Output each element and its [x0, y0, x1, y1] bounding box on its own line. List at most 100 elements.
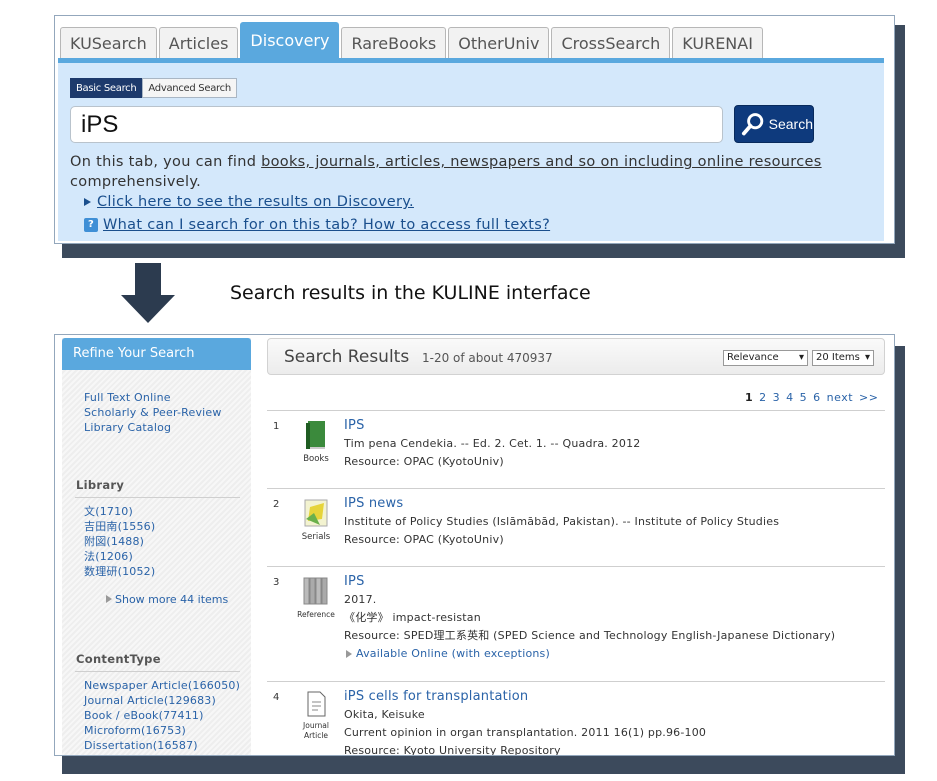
- tab-kurenai[interactable]: KURENAI: [672, 27, 763, 58]
- tab-description: On this tab, you can find books, journal…: [70, 152, 870, 192]
- discovery-link-row: Click here to see the results on Discove…: [84, 194, 414, 210]
- result-item: 1 Books IPS Tim pena Cendekia. -- Ed. 2.…: [267, 410, 885, 488]
- per-page-value: 20 Items: [816, 352, 860, 363]
- filter-library-catalog[interactable]: Library Catalog: [62, 420, 251, 435]
- result-resource: Resource: SPED理工系英和 (SPED Science and Te…: [344, 629, 836, 642]
- results-header: Search Results 1-20 of about 470937 Rele…: [267, 338, 885, 375]
- available-online-label: Available Online (with exceptions): [356, 647, 550, 660]
- result-body: IPS 2017. 《化学》 impact-resistan Resource:…: [344, 573, 835, 663]
- contenttype-facet-item[interactable]: Microform(16753): [62, 723, 251, 738]
- description-suffix: comprehensively.: [70, 174, 202, 190]
- available-online-link[interactable]: Available Online (with exceptions): [344, 645, 835, 663]
- page-link[interactable]: 4: [786, 391, 794, 404]
- page-link[interactable]: 2: [759, 391, 767, 404]
- tab-rarebooks[interactable]: RareBooks: [341, 27, 447, 58]
- result-type-label: Serials: [301, 532, 331, 542]
- result-item: 4 Journal Article iPS cells for transpla…: [267, 681, 885, 755]
- contenttype-facet-item[interactable]: Dissertation(16587): [62, 738, 251, 753]
- down-arrow-head-icon: [121, 295, 175, 323]
- result-detail: Okita, Keisuke: [344, 708, 425, 721]
- result-title-link[interactable]: IPS news: [344, 495, 779, 513]
- tab-articles[interactable]: Articles: [158, 27, 239, 58]
- result-body: IPS news Institute of Policy Studies (Is…: [344, 495, 779, 549]
- description-prefix: On this tab, you can find: [70, 154, 262, 170]
- library-facet-item[interactable]: 文(1710): [62, 504, 251, 519]
- result-detail: Current opinion in organ transplantation…: [344, 726, 707, 739]
- result-number: 3: [273, 577, 280, 588]
- reference-icon: Reference: [292, 575, 340, 619]
- tab-crosssearch[interactable]: CrossSearch: [551, 27, 671, 58]
- resource-types-link[interactable]: books, journals, articles, newspapers an…: [261, 154, 821, 170]
- search-button[interactable]: Search: [734, 105, 814, 143]
- page-current: 1: [745, 391, 754, 404]
- contenttype-facet-item[interactable]: Journal Article(129683): [62, 693, 251, 708]
- result-body: IPS Tim pena Cendekia. -- Ed. 2. Cet. 1.…: [344, 417, 640, 471]
- library-facet-item[interactable]: 法(1206): [62, 549, 251, 564]
- search-mode-tabs: Basic Search Advanced Search: [70, 78, 237, 98]
- tab-discovery[interactable]: Discovery: [240, 22, 340, 58]
- sort-select-value: Relevance: [727, 352, 779, 363]
- results-title: Search Results: [284, 347, 410, 367]
- filter-peer-review[interactable]: Scholarly & Peer-Review: [62, 405, 251, 420]
- show-more-label: Show more 44 items: [115, 593, 229, 606]
- book-icon: Books: [292, 419, 340, 464]
- refine-sidebar: Refine Your Search Full Text Online Scho…: [62, 338, 251, 755]
- kuline-results-panel: Refine Your Search Full Text Online Scho…: [54, 334, 895, 756]
- search-tabs: KUSearch Articles Discovery RareBooks Ot…: [60, 22, 763, 58]
- advanced-search-tab[interactable]: Advanced Search: [142, 78, 237, 98]
- search-button-label: Search: [768, 116, 813, 132]
- tab-kusearch[interactable]: KUSearch: [60, 27, 157, 58]
- dropdown-arrow-icon: ▾: [798, 352, 804, 363]
- result-title-link[interactable]: IPS: [344, 573, 835, 591]
- help-link-row: ? What can I search for on this tab? How…: [84, 217, 550, 233]
- caption: Search results in the KULINE interface: [230, 282, 591, 304]
- result-type-label: Reference: [297, 610, 335, 619]
- result-resource: Resource: OPAC (KyotoUniv): [344, 455, 504, 468]
- result-detail: Tim pena Cendekia. -- Ed. 2. Cet. 1. -- …: [344, 437, 641, 450]
- triangle-right-icon: [346, 650, 352, 658]
- down-arrow-icon: [135, 263, 161, 295]
- page-link[interactable]: 5: [800, 391, 808, 404]
- result-detail: 《化学》 impact-resistan: [344, 611, 481, 624]
- result-detail: 2017.: [344, 593, 377, 606]
- search-input[interactable]: iPS: [70, 106, 723, 143]
- discovery-results-link[interactable]: Click here to see the results on Discove…: [97, 194, 414, 210]
- result-body: iPS cells for transplantation Okita, Kei…: [344, 688, 707, 755]
- result-number: 2: [273, 499, 280, 510]
- result-title-link[interactable]: IPS: [344, 417, 640, 435]
- search-input-value: iPS: [81, 111, 119, 138]
- library-facet-item[interactable]: 吉田南(1556): [62, 519, 251, 534]
- divider: [75, 497, 240, 498]
- contenttype-facet-item[interactable]: Book / eBook(77411): [62, 708, 251, 723]
- help-link[interactable]: What can I search for on this tab? How t…: [103, 217, 550, 233]
- pagination: 1 2 3 4 5 6 next >>: [745, 391, 878, 404]
- contenttype-facet-item[interactable]: Newspaper Article(166050): [62, 678, 251, 693]
- results-count: 1-20 of about 470937: [422, 351, 553, 365]
- tab-otheruniv[interactable]: OtherUniv: [448, 27, 550, 58]
- filter-full-text[interactable]: Full Text Online: [62, 390, 251, 405]
- result-number: 4: [273, 692, 280, 703]
- page-link[interactable]: 6: [813, 391, 821, 404]
- result-detail: Institute of Policy Studies (Islāmābād, …: [344, 515, 780, 528]
- result-title-link[interactable]: iPS cells for transplantation: [344, 688, 706, 706]
- library-facet-item[interactable]: 数理研(1052): [62, 564, 251, 579]
- result-number: 1: [273, 421, 280, 432]
- library-facet-item[interactable]: 附図(1488): [62, 534, 251, 549]
- basic-search-tab[interactable]: Basic Search: [70, 78, 143, 98]
- contenttype-facet-title: ContentType: [76, 652, 161, 666]
- show-more-link[interactable]: Show more 44 items: [62, 593, 251, 606]
- sort-select[interactable]: Relevance ▾: [723, 350, 808, 366]
- divider: [75, 671, 240, 672]
- refine-heading: Refine Your Search: [62, 338, 251, 370]
- search-area: Basic Search Advanced Search iPS Search …: [58, 63, 884, 241]
- last-page-link[interactable]: >>: [859, 391, 878, 404]
- result-item: 3 Reference IPS 2017. 《化学》 impact-resist…: [267, 566, 885, 681]
- dropdown-arrow-icon: ▾: [864, 352, 870, 363]
- magnifier-icon: [741, 113, 764, 136]
- search-portal-panel: KUSearch Articles Discovery RareBooks Ot…: [54, 15, 895, 244]
- per-page-select[interactable]: 20 Items ▾: [812, 350, 874, 366]
- next-page-link[interactable]: next: [827, 391, 853, 404]
- journal-article-icon: Journal Article: [292, 690, 340, 741]
- page-link[interactable]: 3: [773, 391, 781, 404]
- result-item: 2 Serials IPS news Institute of Policy S…: [267, 488, 885, 566]
